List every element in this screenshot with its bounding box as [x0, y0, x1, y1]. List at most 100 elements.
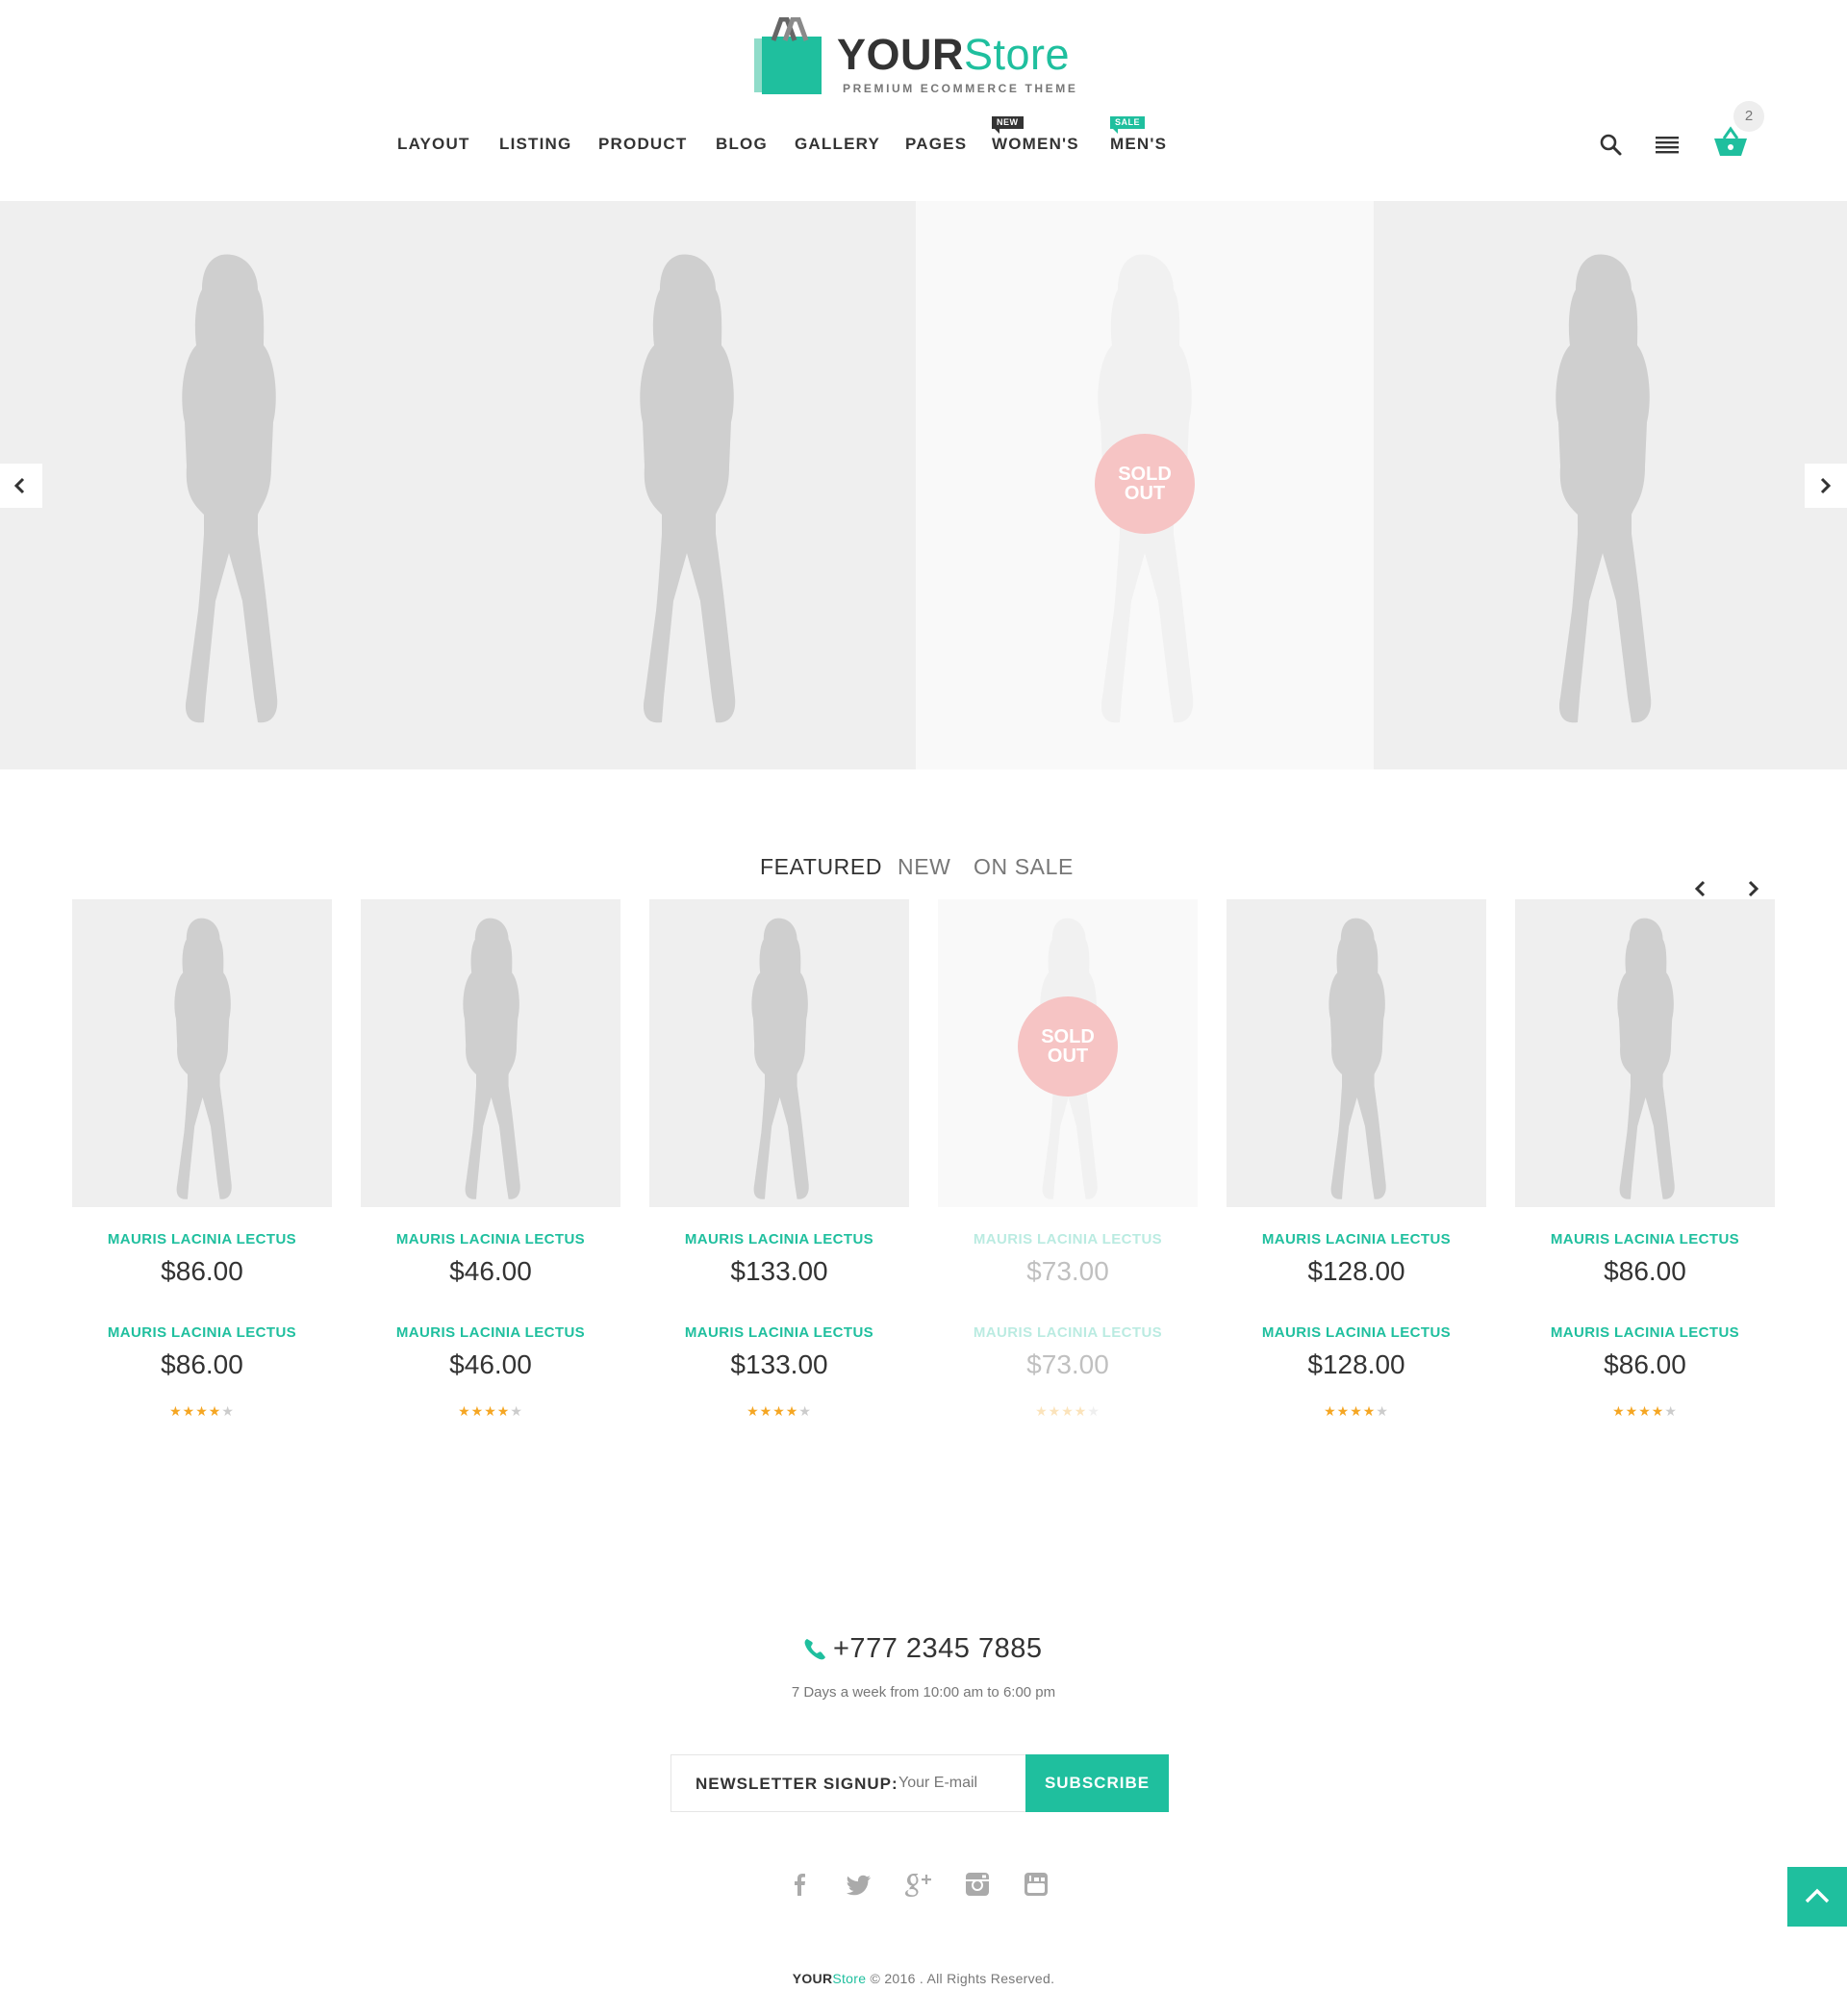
product-card[interactable]: MAURIS LACINIA LECTUS $133.00 MAURIS LACIN…: [649, 899, 909, 1419]
contact-phone[interactable]: +777 2345 7885: [833, 1633, 1042, 1665]
tab-featured[interactable]: FEATURED: [760, 854, 882, 880]
product-image[interactable]: SOLD OUT: [938, 899, 1198, 1207]
star-icon: ★: [1638, 1403, 1652, 1419]
chevron-right-icon: [1748, 880, 1759, 897]
search-icon[interactable]: [1597, 131, 1626, 160]
product-price: $128.00: [1307, 1256, 1405, 1286]
star-icon: ★: [1350, 1403, 1363, 1419]
model-silhouette-image: [1328, 918, 1386, 1199]
model-silhouette-image: [182, 254, 278, 723]
nav-item-blog[interactable]: BLOG: [716, 135, 768, 154]
product-name[interactable]: MAURIS LACINIA LECTUS: [72, 1324, 332, 1341]
star-icon: ★: [221, 1403, 235, 1419]
product-card-sold-out[interactable]: SOLD OUT MAURIS LACINIA LECTUS $73.00 MAURIS…: [938, 899, 1198, 1419]
star-icon: ★: [195, 1403, 209, 1419]
product-name[interactable]: MAURIS LACINIA LECTUS: [1515, 1324, 1775, 1341]
product-image[interactable]: [1227, 899, 1486, 1207]
star-icon: ★: [759, 1403, 773, 1419]
sold-out-badge: SOLD OUT: [1018, 996, 1118, 1096]
product-card[interactable]: MAURIS LACINIA LECTUS $86.00 MAURIS LACINI…: [72, 899, 332, 1419]
nav-item-mens-label: MEN'S: [1110, 135, 1168, 153]
twitter-icon[interactable]: [845, 1870, 873, 1899]
star-icon: ★: [484, 1403, 497, 1419]
product-image[interactable]: [1515, 899, 1775, 1207]
youtube-icon[interactable]: [1022, 1870, 1050, 1899]
nav-item-listing[interactable]: LISTING: [499, 135, 571, 154]
product-price: $133.00: [730, 1256, 828, 1286]
product-name[interactable]: MAURIS LACINIA LECTUS: [1515, 1231, 1775, 1247]
product-name[interactable]: MAURIS LACINIA LECTUS: [361, 1324, 620, 1341]
nav-item-gallery[interactable]: GALLERY: [795, 135, 880, 154]
product-card[interactable]: MAURIS LACINIA LECTUS $46.00 MAURIS LACINI…: [361, 899, 620, 1419]
star-icon: ★: [470, 1403, 485, 1419]
model-silhouette-image: [1556, 254, 1652, 723]
star-icon: ★: [798, 1403, 812, 1419]
menu-icon[interactable]: [1653, 131, 1682, 160]
product-name[interactable]: MAURIS LACINIA LECTUS: [361, 1231, 620, 1247]
newsletter-email-input[interactable]: [898, 1769, 1019, 1798]
product-price: $86.00: [161, 1349, 243, 1379]
product-rating: ★★★★★: [1227, 1403, 1486, 1420]
subscribe-button[interactable]: SUBSCRIBE: [1025, 1754, 1169, 1812]
star-icon: ★: [1035, 1403, 1049, 1419]
product-name[interactable]: MAURIS LACINIA LECTUS: [649, 1231, 909, 1247]
copyright: YOURStore © 2016 . All Rights Reserved.: [0, 1971, 1847, 1986]
copyright-brand-part1: YOUR: [792, 1971, 833, 1986]
nav-item-womens[interactable]: NEW WOMEN'S: [992, 116, 1079, 154]
phone-icon: [804, 1639, 825, 1660]
chevron-left-icon: [1694, 880, 1706, 897]
hero-slide-sold-out[interactable]: SOLD OUT: [916, 201, 1374, 769]
product-name[interactable]: MAURIS LACINIA LECTUS: [649, 1324, 909, 1341]
star-icon: ★: [1074, 1403, 1088, 1419]
sold-out-line1: SOLD: [1118, 464, 1172, 485]
store-logo[interactable]: YOURStore PREMIUM ECOMMERCE THEME: [754, 17, 1075, 98]
hero-slide[interactable]: [1374, 201, 1847, 769]
tab-on-sale[interactable]: ON SALE: [974, 854, 1074, 880]
product-name[interactable]: MAURIS LACINIA LECTUS: [938, 1324, 1198, 1341]
product-name[interactable]: MAURIS LACINIA LECTUS: [938, 1231, 1198, 1247]
star-icon: ★: [182, 1403, 196, 1419]
nav-item-mens[interactable]: SALE MEN'S: [1110, 116, 1168, 154]
logo-wordmark: YOURStore: [837, 33, 1070, 76]
star-icon: ★: [1324, 1403, 1337, 1419]
instagram-icon[interactable]: [963, 1870, 992, 1899]
product-card[interactable]: MAURIS LACINIA LECTUS $128.00 MAURIS LACIN…: [1227, 899, 1486, 1419]
hero-slide[interactable]: [0, 201, 458, 769]
star-icon: ★: [1612, 1403, 1626, 1419]
product-image[interactable]: [649, 899, 909, 1207]
cart-count-badge: 2: [1733, 101, 1764, 132]
product-name[interactable]: MAURIS LACINIA LECTUS: [1227, 1324, 1486, 1341]
logo-word-part1: YOUR: [837, 30, 965, 79]
hero-prev-button[interactable]: [0, 464, 42, 508]
product-rating: ★★★★★: [649, 1403, 909, 1420]
product-image[interactable]: [72, 899, 332, 1207]
back-to-top-button[interactable]: [1787, 1867, 1847, 1927]
star-icon: ★: [510, 1403, 523, 1419]
product-image[interactable]: [361, 899, 620, 1207]
tab-new[interactable]: NEW: [898, 854, 950, 880]
hero-slider: SOLD OUT: [0, 201, 1847, 769]
newsletter-form: NEWSLETTER SIGNUP: SUBSCRIBE: [670, 1754, 1169, 1812]
product-rating: ★★★★★: [1515, 1403, 1775, 1420]
google-plus-icon[interactable]: [903, 1870, 932, 1899]
product-name[interactable]: MAURIS LACINIA LECTUS: [72, 1231, 332, 1247]
logo-word-part2: Store: [964, 30, 1071, 79]
facebook-icon[interactable]: [785, 1870, 814, 1899]
newsletter-label: NEWSLETTER SIGNUP:: [696, 1775, 898, 1793]
product-price: $128.00: [1307, 1349, 1405, 1379]
product-price: $86.00: [1604, 1349, 1686, 1379]
product-card[interactable]: MAURIS LACINIA LECTUS $86.00 MAURIS LACINI…: [1515, 899, 1775, 1419]
nav-item-layout[interactable]: LAYOUT: [397, 135, 470, 154]
product-price: $86.00: [1604, 1256, 1686, 1286]
star-icon: ★: [785, 1403, 799, 1419]
product-name[interactable]: MAURIS LACINIA LECTUS: [1227, 1231, 1486, 1247]
shopping-bag-logo-icon: [754, 17, 822, 94]
star-icon: ★: [1336, 1403, 1351, 1419]
copyright-brand-part2: Store: [832, 1971, 867, 1986]
nav-item-product[interactable]: PRODUCT: [598, 135, 687, 154]
hero-next-button[interactable]: [1805, 464, 1847, 508]
star-icon: ★: [1376, 1403, 1389, 1419]
chevron-right-icon: [1820, 477, 1832, 494]
hero-slide[interactable]: [458, 201, 916, 769]
nav-item-pages[interactable]: PAGES: [905, 135, 967, 154]
